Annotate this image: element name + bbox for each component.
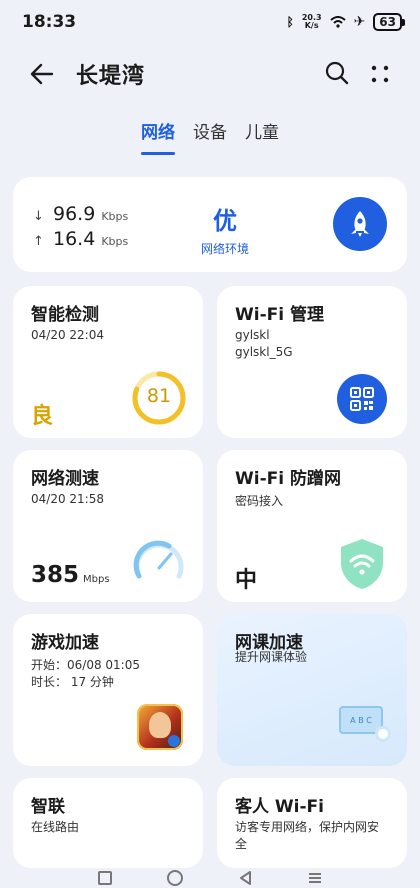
game-hero-face-icon (149, 712, 171, 738)
page-title: 长堤湾 (76, 64, 146, 89)
wifi-guard-card[interactable]: Wi-Fi 防蹭网 密码接入 中 (217, 450, 407, 602)
game-boost-start: 开始：06/08 01:05 (31, 658, 140, 672)
smart-check-grade: 良 (31, 404, 54, 429)
battery-icon: 63 (373, 13, 405, 31)
game-badge-icon (168, 735, 180, 747)
system-nav-bar (0, 868, 420, 888)
speed-test-value: 385 (31, 562, 80, 588)
upload-speed: ↑ 16.4 Kbps (33, 228, 128, 250)
status-icons: ᛒ 20.3 K/s ✈ 63 (286, 13, 405, 31)
upload-unit: Kbps (101, 235, 129, 248)
nav-back-icon[interactable] (238, 870, 252, 886)
upload-arrow-icon: ↑ (33, 234, 44, 249)
guest-wifi-title: 客人 Wi-Fi (235, 797, 324, 817)
upload-value: 16.4 (53, 228, 96, 250)
speedometer-icon (133, 540, 184, 579)
smart-link-title: 智联 (31, 797, 65, 817)
game-boost-duration: 时长： 17 分钟 (31, 675, 114, 689)
guest-wifi-subtitle-1: 访客专用网络，保护内网安 (235, 820, 380, 834)
speed-test-card[interactable]: 网络测速 04/20 21:58 385 Mbps (13, 450, 203, 602)
status-time: 18:33 (22, 12, 77, 32)
wifi-guard-level: 中 (235, 568, 258, 593)
wifi-icon (329, 16, 346, 28)
rocket-icon (351, 211, 369, 237)
wifi-manage-title: Wi-Fi 管理 (235, 305, 324, 325)
download-arrow-icon: ↓ (33, 209, 44, 224)
wifi-guard-subtitle: 密码接入 (235, 494, 284, 508)
network-status-card[interactable]: ↓ 96.9 Kbps ↑ 16.4 Kbps 优 网络环境 (13, 177, 407, 272)
speed-test-unit: Mbps (83, 574, 110, 585)
back-arrow-icon[interactable] (28, 60, 56, 88)
tab-indicator (141, 152, 175, 155)
clock-icon (375, 726, 391, 742)
speed-test-title: 网络测速 (31, 469, 99, 489)
guest-wifi-subtitle-2: 全 (235, 837, 248, 851)
wifi-ssid-2: gylskl_5G (235, 345, 293, 359)
menu-icon[interactable] (307, 871, 323, 885)
airplane-icon: ✈ (353, 14, 366, 30)
speed-test-result: 385 Mbps (31, 562, 110, 588)
qr-code-icon (350, 387, 374, 411)
status-bar: 18:33 ᛒ 20.3 K/s ✈ 63 (0, 0, 420, 44)
wifi-guard-title: Wi-Fi 防蹭网 (235, 469, 341, 489)
more-dots-icon[interactable] (368, 62, 392, 86)
class-boost-subtitle: 提升网课体验 (235, 650, 308, 664)
search-icon[interactable] (324, 60, 350, 86)
game-app-icon[interactable] (137, 704, 183, 750)
tab-children[interactable]: 儿童 (245, 118, 279, 143)
game-boost-card[interactable]: 游戏加速 开始：06/08 01:05 时长： 17 分钟 (13, 614, 203, 766)
smart-check-score: 81 (146, 385, 172, 407)
class-boost-card[interactable]: 网课加速 提升网课体验 A B C (217, 614, 407, 766)
wifi-manage-card[interactable]: Wi-Fi 管理 gylskl gylskl_5G (217, 286, 407, 438)
app-header: 长堤湾 (0, 50, 420, 98)
wifi-ssid-1: gylskl (235, 328, 270, 342)
smart-link-card[interactable]: 智联 在线路由 (13, 778, 203, 868)
boost-button[interactable] (333, 197, 387, 251)
download-speed: ↓ 96.9 Kbps (33, 203, 128, 225)
speed-test-date: 04/20 21:58 (31, 492, 104, 506)
tab-devices[interactable]: 设备 (193, 118, 227, 143)
smart-link-subtitle: 在线路由 (31, 820, 80, 834)
net-speed-unit: K/s (304, 21, 319, 30)
tab-bar: 网络 设备 儿童 (0, 118, 420, 158)
guest-wifi-card[interactable]: 客人 Wi-Fi 访客专用网络，保护内网安 全 (217, 778, 407, 868)
shield-wifi-icon (341, 539, 383, 589)
smart-check-date: 04/20 22:04 (31, 328, 104, 342)
quality-grade: 优 (213, 207, 237, 235)
quality-label: 网络环境 (200, 242, 249, 256)
smart-check-title: 智能检测 (31, 305, 99, 325)
download-value: 96.9 (53, 203, 96, 225)
download-unit: Kbps (101, 210, 129, 223)
smart-check-card[interactable]: 智能检测 04/20 22:04 良 81 (13, 286, 203, 438)
game-boost-title: 游戏加速 (31, 633, 99, 653)
blackboard-text: A B C (350, 715, 372, 725)
recent-apps-icon[interactable] (97, 871, 112, 885)
qr-code-button[interactable] (337, 374, 387, 424)
network-quality: 优 网络环境 (185, 201, 265, 257)
bluetooth-icon: ᛒ (286, 15, 294, 29)
net-speed: 20.3 K/s (302, 14, 322, 30)
home-icon[interactable] (166, 870, 183, 886)
tab-network[interactable]: 网络 (141, 118, 175, 143)
